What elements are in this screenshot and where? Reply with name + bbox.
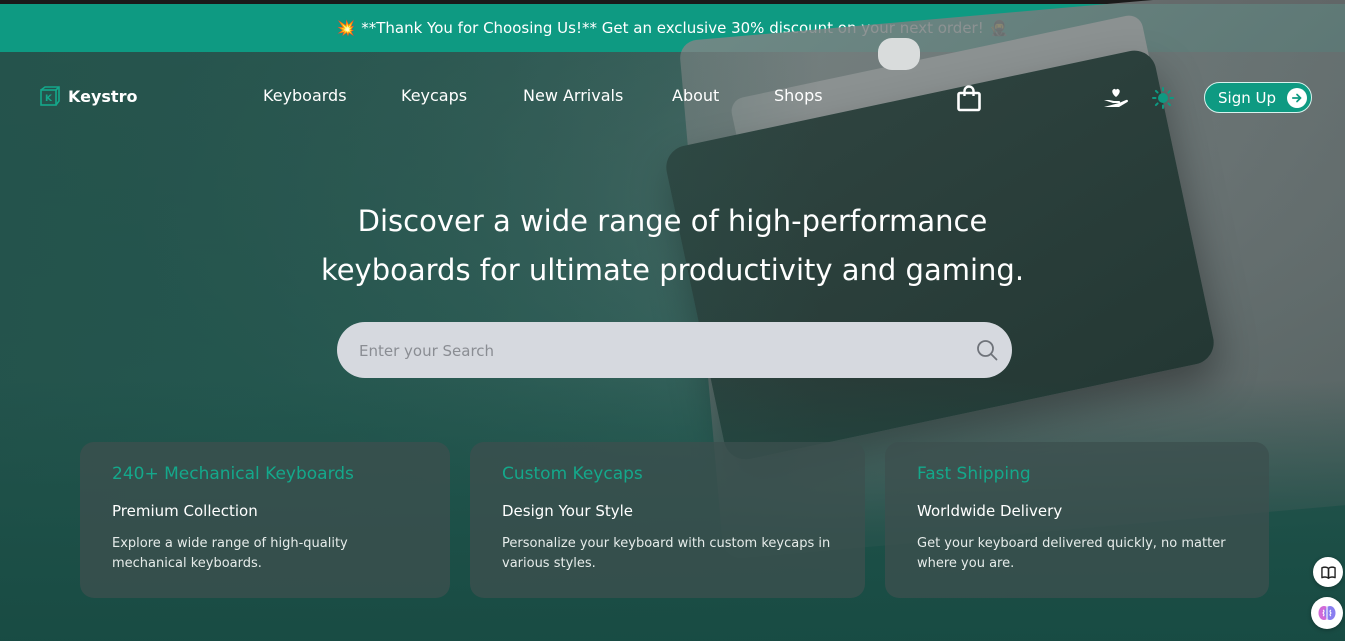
nav-item-keyboards[interactable]: Keyboards — [263, 86, 347, 105]
hero-key-image — [878, 38, 920, 70]
sign-up-label: Sign Up — [1218, 88, 1276, 107]
assistant-widget-button[interactable] — [1311, 597, 1343, 629]
reader-widget-button[interactable] — [1313, 557, 1343, 587]
feature-title: Fast Shipping — [917, 464, 1031, 484]
feature-subtitle: Worldwide Delivery — [917, 502, 1063, 520]
main-nav: Keyboards Keycaps New Arrivals About Sho… — [0, 86, 1345, 110]
search-icon[interactable] — [976, 339, 998, 361]
book-icon — [1320, 565, 1336, 579]
sign-up-button[interactable]: Sign Up — [1204, 82, 1312, 113]
brain-icon — [1318, 606, 1336, 620]
sun-icon[interactable] — [1152, 87, 1174, 109]
feature-description: Personalize your keyboard with custom ke… — [502, 536, 831, 571]
feature-subtitle: Design Your Style — [502, 502, 634, 520]
hero-headline-line2: keyboards for ultimate productivity and … — [320, 253, 1025, 287]
nav-item-shops[interactable]: Shops — [774, 86, 823, 105]
burst-emoji-icon: 💥 — [336, 19, 356, 37]
nav-item-keycaps[interactable]: Keycaps — [401, 86, 467, 105]
feature-subtitle: Premium Collection — [112, 502, 258, 520]
hero-headline: Discover a wide range of high-performanc… — [300, 197, 1045, 295]
hero-headline-line1: Discover a wide range of high-performanc… — [357, 204, 988, 238]
shopping-bag-icon[interactable] — [956, 84, 982, 112]
feature-title: Custom Keycaps — [502, 464, 643, 484]
nav-item-about[interactable]: About — [672, 86, 719, 105]
page: 💥 **Thank You for Choosing Us!** Get an … — [0, 0, 1345, 641]
feature-card-keyboards: 240+ Mechanical Keyboards Premium Collec… — [80, 442, 450, 598]
nav-item-new-arrivals[interactable]: New Arrivals — [523, 86, 623, 105]
hand-heart-icon[interactable] — [1102, 86, 1130, 110]
feature-card-keycaps: Custom Keycaps Design Your Style Persona… — [470, 442, 865, 598]
feature-description: Explore a wide range of high-quality mec… — [112, 536, 348, 571]
feature-card-shipping: Fast Shipping Worldwide Delivery Get you… — [885, 442, 1269, 598]
search-bar — [337, 322, 1012, 378]
arrow-right-icon — [1287, 88, 1307, 108]
feature-title: 240+ Mechanical Keyboards — [112, 464, 354, 484]
feature-description: Get your keyboard delivered quickly, no … — [917, 536, 1226, 571]
search-input[interactable] — [357, 336, 961, 366]
